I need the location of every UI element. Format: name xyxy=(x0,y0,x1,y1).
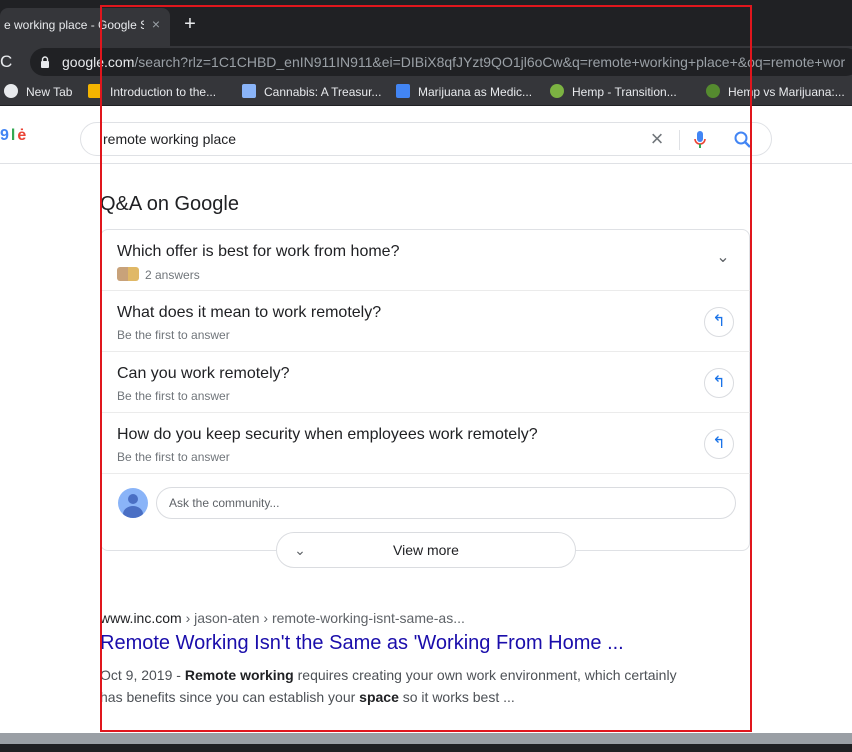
taskbar-strip xyxy=(0,744,852,752)
result-title-link[interactable]: Remote Working Isn't the Same as 'Workin… xyxy=(100,632,624,655)
bookmark-label: Marijuana as Medic... xyxy=(418,85,533,99)
search-icon[interactable] xyxy=(733,130,753,150)
view-more-label: View more xyxy=(393,542,459,558)
reload-icon[interactable]: C xyxy=(0,52,16,72)
bookmark-label: Introduction to the... xyxy=(110,85,217,99)
leaf-icon xyxy=(706,84,720,98)
tag-icon xyxy=(396,84,410,98)
answer-prompt: Be the first to answer xyxy=(117,450,230,464)
user-avatar xyxy=(118,488,148,518)
chevron-down-icon[interactable]: ⌄ xyxy=(713,248,733,268)
result-domain: www.inc.com xyxy=(100,610,182,626)
url-path: /search?rlz=1C1CHBD_enIN911IN911&ei=DIBi… xyxy=(134,54,846,70)
bookmark-cannabis[interactable]: Cannabis: A Treasur... xyxy=(242,84,381,102)
result-snippet: Oct 9, 2019 - Remote working requires cr… xyxy=(100,664,700,708)
question-text[interactable]: How do you keep security when employees … xyxy=(117,426,538,444)
leaf-icon xyxy=(550,84,564,98)
view-more-button[interactable]: ⌄ View more xyxy=(276,532,576,568)
snippet-text: so it works best ... xyxy=(398,689,515,705)
reply-icon[interactable]: ↰ xyxy=(704,368,734,398)
qa-question-row[interactable]: Which offer is best for work from home? … xyxy=(101,230,751,291)
lock-icon xyxy=(41,56,49,68)
browser-toolbar: C google.com/search?rlz=1C1CHBD_enIN911I… xyxy=(0,46,852,78)
reply-icon[interactable]: ↰ xyxy=(704,307,734,337)
bookmark-label: New Tab xyxy=(26,85,73,99)
clear-search-icon[interactable]: × xyxy=(647,128,667,150)
answer-prompt: Be the first to answer xyxy=(117,328,230,342)
chevron-down-icon: ⌄ xyxy=(294,542,306,558)
os-taskbar xyxy=(0,733,852,752)
url-text: google.com/search?rlz=1C1CHBD_enIN911IN9… xyxy=(62,54,845,70)
google-logo[interactable]: 9lė xyxy=(0,127,28,145)
answer-count-label: 2 answers xyxy=(145,268,200,282)
reply-icon[interactable]: ↰ xyxy=(704,429,734,459)
address-bar[interactable]: google.com/search?rlz=1C1CHBD_enIN911IN9… xyxy=(30,48,852,76)
bookmark-marijuana[interactable]: Marijuana as Medic... xyxy=(396,84,532,102)
question-text[interactable]: Can you work remotely? xyxy=(117,365,290,383)
bookmark-new-tab[interactable]: New Tab xyxy=(4,84,72,102)
tab-title: e working place - Google S xyxy=(4,18,144,32)
bookmark-label: Hemp - Transition... xyxy=(572,85,677,99)
answer-count: 2 answers xyxy=(117,267,200,282)
drive-icon xyxy=(88,84,102,98)
tab-close-icon[interactable]: × xyxy=(148,16,164,32)
bookmark-introduction[interactable]: Introduction to the... xyxy=(88,84,216,102)
search-box[interactable]: remote working place × xyxy=(80,122,772,156)
url-domain: google.com xyxy=(62,54,135,70)
question-text[interactable]: What does it mean to work remotely? xyxy=(117,304,381,322)
search-results-page: 9lė remote working place × Q&A on Google… xyxy=(0,107,852,733)
bookmarks-bar: New Tab Introduction to the... Cannabis:… xyxy=(0,78,852,106)
bookmark-hemp-vs[interactable]: Hemp vs Marijuana:... xyxy=(706,84,845,102)
bookmark-label: Cannabis: A Treasur... xyxy=(264,85,382,99)
tag-icon xyxy=(242,84,256,98)
bookmark-hemp-transition[interactable]: Hemp - Transition... xyxy=(550,84,677,102)
globe-icon xyxy=(4,84,18,98)
search-input[interactable]: remote working place xyxy=(103,131,236,147)
bookmark-label: Hemp vs Marijuana:... xyxy=(728,85,845,99)
result-breadcrumb[interactable]: www.inc.com › jason-aten › remote-workin… xyxy=(100,610,465,626)
browser-tab[interactable]: e working place - Google S × xyxy=(0,8,170,46)
qa-question-row[interactable]: What does it mean to work remotely? Be t… xyxy=(101,291,751,352)
qa-question-row[interactable]: Can you work remotely? Be the first to a… xyxy=(101,352,751,413)
question-text[interactable]: Which offer is best for work from home? xyxy=(117,243,399,261)
new-tab-button[interactable]: + xyxy=(180,14,200,34)
qa-question-row[interactable]: How do you keep security when employees … xyxy=(101,413,751,474)
qa-section-title: Q&A on Google xyxy=(100,193,239,215)
result-path: › jason-aten › remote-working-isnt-same-… xyxy=(181,610,465,626)
answerer-avatars xyxy=(117,267,139,281)
header-divider xyxy=(0,163,852,164)
answer-prompt: Be the first to answer xyxy=(117,389,230,403)
snippet-highlight: Remote working xyxy=(184,667,294,683)
microphone-icon[interactable] xyxy=(693,130,707,150)
qa-card: Which offer is best for work from home? … xyxy=(100,229,751,551)
search-divider xyxy=(679,130,680,150)
result-date: Oct 9, 2019 - xyxy=(100,667,185,683)
snippet-highlight: space xyxy=(359,689,399,705)
ask-community-input[interactable] xyxy=(156,487,736,519)
tab-strip: e working place - Google S × + xyxy=(0,0,852,46)
